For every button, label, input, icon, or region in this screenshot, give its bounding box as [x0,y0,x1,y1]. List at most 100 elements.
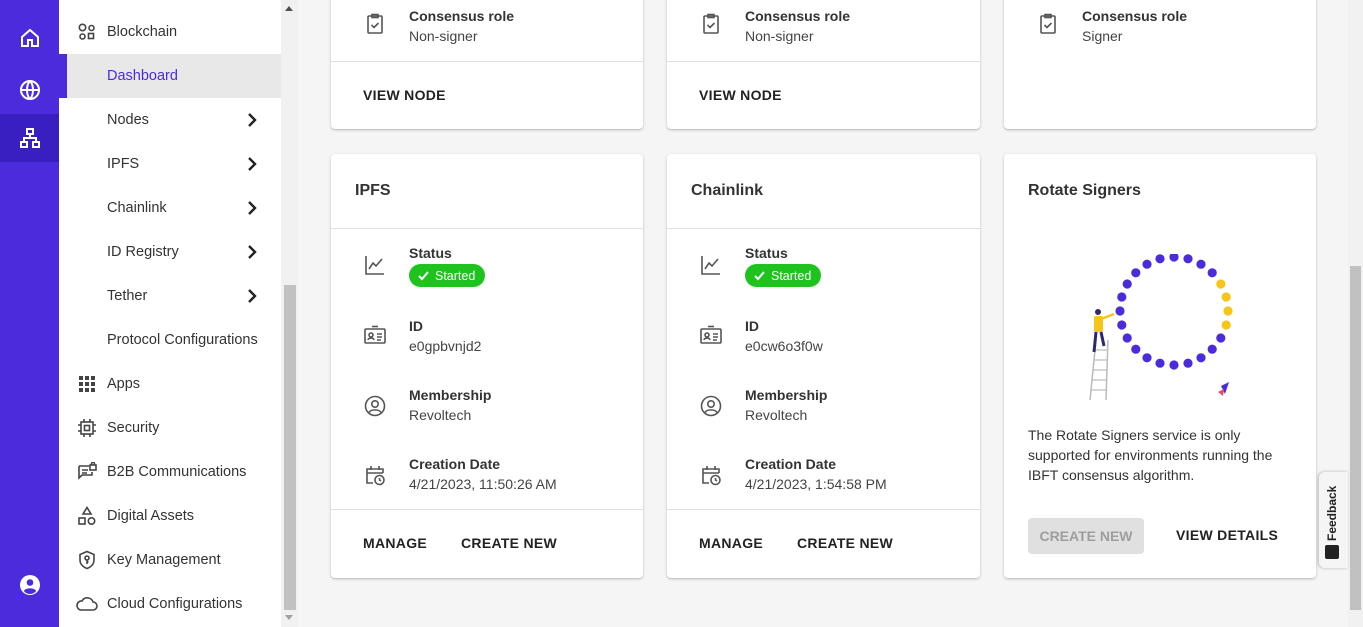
ring-dot [1196,353,1206,363]
ring-dot [1169,360,1179,370]
apps-grid-icon [77,374,97,394]
ipfs-card: IPFS Status Started ID e0gpbvnjd2 Member… [331,154,643,578]
sidebar-item-label: IPFS [107,156,140,172]
feedback-icon [1325,545,1339,559]
status-badge: Started [745,264,822,287]
ring-dot [1155,358,1165,368]
sidebar-item-digital-assets[interactable]: Digital Assets [59,494,281,538]
scroll-down-arrow[interactable] [285,615,293,620]
sidebar-item-b2b-communications[interactable]: B2B Communications [59,450,281,494]
ring-dot [1122,333,1132,343]
view-node-button[interactable]: VIEW NODE [699,87,782,103]
ring-dot [1115,306,1125,316]
sidebar-item-label: Blockchain [107,24,178,40]
sidebar-item-dashboard[interactable]: Dashboard [59,54,281,98]
ring-dot [1169,254,1179,262]
sidebar-item-label: Apps [107,376,141,392]
view-details-button[interactable]: VIEW DETAILS [1176,527,1278,543]
sidebar: Blockchain Dashboard Nodes IPFS Chainlin… [59,0,281,627]
chip-icon [77,418,97,438]
consensus-role-value: Non-signer [745,28,814,44]
sidebar-item-label: Digital Assets [107,508,195,524]
rotate-signers-card: Rotate Signers The Rotate Signers servic… [1004,154,1316,578]
consensus-role-label: Consensus role [745,8,851,24]
chart-line-icon [363,253,387,277]
sidebar-item-id-registry[interactable]: ID Registry [59,230,281,274]
ring-dot [1122,279,1132,289]
clipboard-check-icon [699,12,723,36]
sidebar-item-cloud-configurations[interactable]: Cloud Configurations [59,582,281,626]
sidebar-item-label: B2B Communications [107,464,247,480]
shapes-icon [77,505,97,526]
globe-icon[interactable] [0,66,59,114]
shield-key-icon [77,550,97,570]
divider [331,228,643,229]
sidebar-item-security[interactable]: Security [59,406,281,450]
sidebar-item-chainlink[interactable]: Chainlink [59,186,281,230]
sidebar-item-blockchain[interactable]: Blockchain [59,10,281,54]
membership-value: Revoltech [409,407,472,423]
sidebar-item-label: Chainlink [107,200,167,216]
scroll-up-arrow[interactable] [285,6,293,11]
calendar-clock-icon [363,463,387,487]
ring-dot [1131,344,1141,354]
consensus-role-value: Signer [1082,28,1123,44]
account-icon[interactable] [0,561,59,609]
clipboard-check-icon [1036,12,1060,36]
manage-button[interactable]: MANAGE [363,535,427,551]
creation-date-value: 4/21/2023, 1:54:58 PM [745,476,887,492]
sidebar-item-label: Cloud Configurations [107,596,243,612]
rotate-signers-illustration [1089,254,1233,401]
card-title: Chainlink [691,182,764,199]
create-new-button[interactable]: CREATE NEW [461,535,557,551]
sidebar-item-protocol-configurations[interactable]: Protocol Configurations [59,318,281,362]
sidebar-item-key-management[interactable]: Key Management [59,538,281,582]
chainlink-card: Chainlink Status Started ID e0cw6o3f0w M… [667,154,980,578]
chart-line-icon [699,253,723,277]
ring-dot [1183,254,1193,264]
home-icon[interactable] [0,14,59,62]
status-label: Status [745,245,788,261]
sidebar-item-nodes[interactable]: Nodes [59,98,281,142]
membership-label: Membership [745,387,828,403]
sidebar-item-label: ID Registry [107,244,179,260]
id-value: e0gpbvnjd2 [409,338,482,354]
membership-label: Membership [409,387,492,403]
consensus-role-label: Consensus role [1082,8,1188,24]
id-label: ID [745,318,759,334]
id-card-icon [699,324,723,348]
ring-dot [1117,320,1127,330]
check-icon [418,271,429,281]
clipboard-check-icon [363,12,387,36]
status-text: Started [771,268,812,283]
chevron-right-icon [243,243,261,261]
sidebar-scrollbar-thumb[interactable] [284,285,296,610]
divider [667,61,980,62]
node-card-3: Consensus role Signer [1004,0,1316,129]
ring-dot [1155,254,1165,264]
sidebar-item-apps[interactable]: Apps [59,362,281,406]
sidebar-item-label: Security [107,420,160,436]
status-badge: Started [409,264,486,287]
calendar-clock-icon [699,463,723,487]
creation-date-value: 4/21/2023, 11:50:26 AM [409,476,557,492]
cloud-icon [75,594,99,614]
view-node-button[interactable]: VIEW NODE [363,87,446,103]
ring-dot [1131,268,1141,278]
blockchain-icon [77,22,97,42]
creation-date-label: Creation Date [409,456,501,472]
chevron-right-icon [243,287,261,305]
sidebar-item-tether[interactable]: Tether [59,274,281,318]
network-icon[interactable] [0,114,59,162]
divider [667,509,980,510]
ring-dot [1216,333,1226,343]
card-title: Rotate Signers [1028,182,1141,199]
chevron-right-icon [243,155,261,173]
ring-dot [1142,353,1152,363]
create-new-button-disabled[interactable]: CREATE NEW [1028,518,1144,554]
main-scrollbar-thumb[interactable] [1350,266,1361,610]
ring-dot [1117,292,1127,302]
sidebar-item-ipfs[interactable]: IPFS [59,142,281,186]
create-new-button[interactable]: CREATE NEW [797,535,893,551]
manage-button[interactable]: MANAGE [699,535,763,551]
